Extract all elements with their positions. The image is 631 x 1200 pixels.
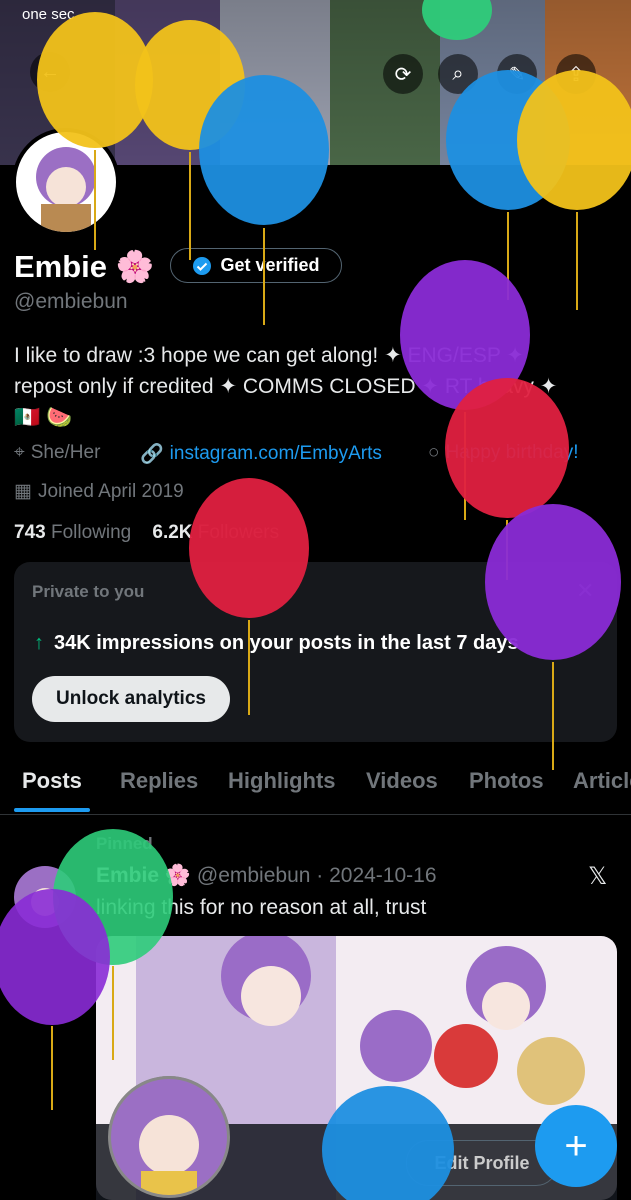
- search-icon[interactable]: ⌕: [438, 54, 478, 94]
- close-icon[interactable]: ✕: [576, 578, 594, 604]
- post-handle-date: @embiebun · 2024-10-16: [196, 864, 437, 887]
- profile-handle: @embiebun: [14, 290, 128, 313]
- get-verified-button[interactable]: Get verified: [170, 248, 342, 283]
- post-author[interactable]: Embie: [96, 864, 159, 887]
- follow-counts: 743 Following 6.2K Followers: [14, 522, 279, 544]
- profile-bio: I like to draw :3 hope we can get along!…: [14, 344, 558, 429]
- joined-date: ▦ Joined April 2019: [14, 480, 184, 503]
- card-title: Private to you: [32, 582, 145, 601]
- tab-videos[interactable]: Videos: [366, 768, 438, 794]
- post-avatar[interactable]: [14, 866, 76, 928]
- birthday: ○ Happy birthday!: [428, 442, 579, 463]
- calendar-icon: ▦: [14, 481, 32, 502]
- location-icon: ⌖: [14, 442, 25, 463]
- tab-posts[interactable]: Posts: [22, 768, 82, 794]
- profile-name: Embie 🌸: [14, 249, 155, 284]
- tab-articles[interactable]: Articles: [573, 768, 631, 794]
- post-header: Embie 🌸 @embiebun · 2024-10-16: [96, 864, 437, 887]
- link-icon: 🔗: [140, 444, 164, 465]
- followers-link[interactable]: 6.2K Followers: [152, 522, 279, 543]
- pinned-label: Pinned: [96, 834, 153, 853]
- impressions-text: ↑ 34K impressions on your posts in the la…: [34, 632, 519, 654]
- x-logo-icon: 𝕏: [588, 863, 608, 890]
- analytics-card: Private to you ✕ ↑ 34K impressions on you…: [14, 562, 617, 742]
- tab-highlights[interactable]: Highlights: [228, 768, 336, 794]
- balloon-icon: ○: [428, 442, 440, 463]
- tab-photos[interactable]: Photos: [469, 768, 544, 794]
- plus-icon[interactable]: +: [535, 1105, 617, 1187]
- following-link[interactable]: 743 Following: [14, 522, 131, 543]
- mini-profile-avatar[interactable]: [108, 1076, 230, 1198]
- profile-tabs: Posts Replies Highlights Videos Photos A…: [0, 754, 631, 815]
- profile-avatar[interactable]: [12, 128, 120, 236]
- status-back-label[interactable]: one sec: [22, 6, 75, 23]
- pen-icon[interactable]: ✎: [497, 54, 537, 94]
- refresh-icon[interactable]: ⟳: [383, 54, 423, 94]
- tab-replies[interactable]: Replies: [120, 768, 198, 794]
- active-tab-indicator: [14, 808, 90, 812]
- arrow-up-icon: ↑: [34, 632, 44, 654]
- unlock-analytics-button[interactable]: Unlock analytics: [32, 676, 230, 722]
- pronouns: ⌖ She/Her: [14, 442, 101, 463]
- post-text: linking this for no reason at all, trust: [96, 896, 427, 919]
- website-link[interactable]: 🔗 instagram.com/EmbyArts: [140, 442, 382, 466]
- share-icon[interactable]: ⇪: [556, 54, 596, 94]
- verified-badge-icon: [193, 256, 212, 275]
- flower-emoji: 🌸: [115, 249, 155, 284]
- back-arrow-icon[interactable]: ←: [30, 52, 70, 92]
